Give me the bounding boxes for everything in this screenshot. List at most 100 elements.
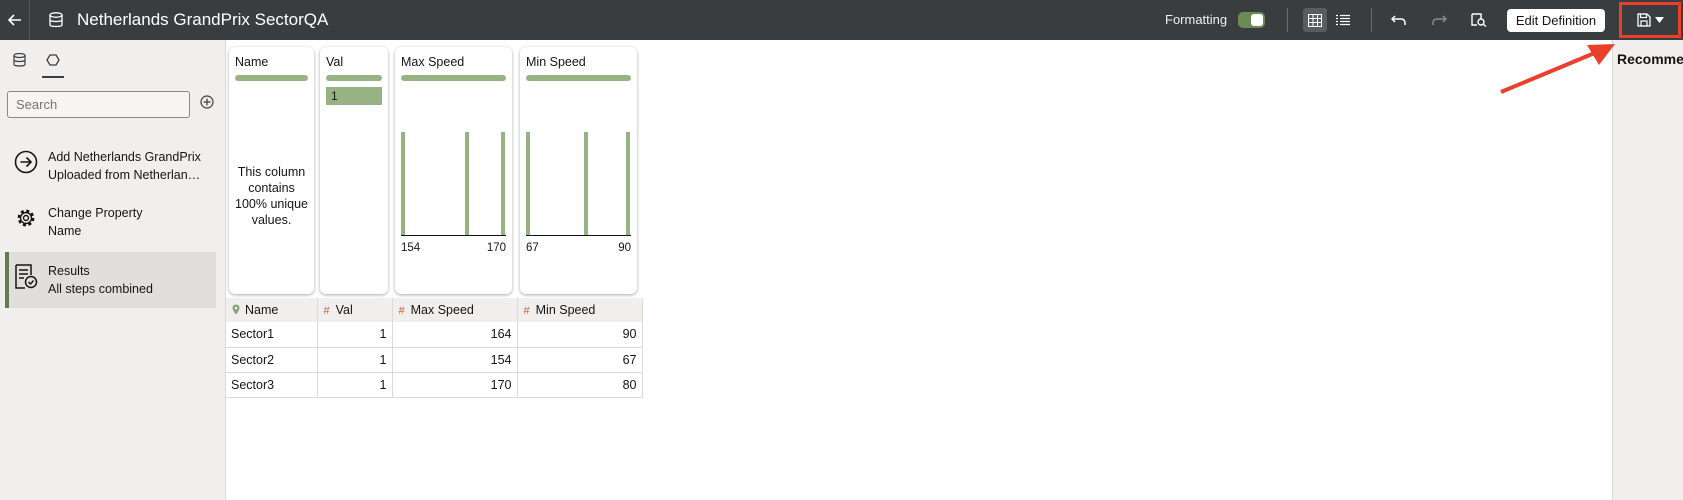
annotation-arrow-icon	[1500, 44, 1615, 94]
column-label: Min Speed	[535, 303, 596, 317]
column-label: Max Speed	[410, 303, 474, 317]
step-change-property[interactable]: Change Property Name	[5, 194, 216, 250]
dataset-icon	[49, 12, 63, 28]
profile-card-min-speed[interactable]: Min Speed 67 90	[520, 47, 637, 294]
database-icon	[12, 53, 26, 67]
number-type-icon: #	[398, 305, 405, 317]
results-icon	[15, 264, 38, 289]
quality-bar	[235, 75, 308, 81]
cell[interactable]: 90	[517, 322, 643, 348]
gear-icon	[17, 209, 35, 227]
data-preview: Name This column contains 100% unique va…	[226, 40, 1612, 500]
redo-button[interactable]	[1427, 8, 1451, 32]
histogram-bar	[501, 132, 505, 235]
arrow-circle-icon	[14, 150, 38, 174]
undo-icon	[1391, 15, 1406, 25]
quality-bar	[326, 75, 382, 81]
redo-icon	[1432, 15, 1447, 25]
step-results[interactable]: Results All steps combined	[5, 252, 216, 308]
step-subtitle: Uploaded from Netherlan…	[48, 168, 201, 182]
save-button[interactable]	[1619, 2, 1681, 38]
cell[interactable]: 154	[392, 347, 518, 373]
formatting-toggle[interactable]	[1238, 12, 1265, 28]
table-row: Sector2 1 154 67	[226, 347, 643, 373]
column-header-min-speed[interactable]: # Min Speed	[517, 298, 643, 322]
cell[interactable]: 80	[517, 372, 643, 398]
card-title: Max Speed	[401, 55, 465, 69]
unique-note: This column contains 100% unique values.	[229, 164, 314, 228]
column-header-max-speed[interactable]: # Max Speed	[392, 298, 518, 322]
note-line: values.	[251, 213, 292, 227]
table-view-button[interactable]	[1303, 8, 1327, 32]
top-bar: Netherlands GrandPrix SectorQA Formattin…	[0, 0, 1683, 40]
number-type-icon: #	[523, 305, 530, 317]
card-title: Name	[235, 55, 269, 69]
step-subtitle: All steps combined	[48, 282, 153, 296]
steps-tab[interactable]	[39, 48, 67, 78]
steps-icon	[46, 54, 60, 66]
card-title: Val	[326, 55, 344, 69]
chevron-down-icon	[1654, 17, 1664, 23]
card-title: Min Speed	[526, 55, 586, 69]
axis-min: 67	[526, 242, 539, 254]
recommendations-title: Recommendations	[1617, 51, 1683, 67]
list-view-icon	[1336, 14, 1350, 26]
table-row: Sector3 1 170 80	[226, 372, 643, 398]
cell[interactable]: 67	[517, 347, 643, 373]
add-icon[interactable]	[200, 95, 214, 109]
cell[interactable]: 164	[392, 322, 518, 348]
table-view-icon	[1308, 13, 1322, 27]
divider	[1371, 8, 1372, 32]
value-bar: 1	[326, 87, 382, 105]
quality-bar	[526, 75, 631, 81]
formatting-label: Formatting	[1165, 12, 1228, 27]
cell[interactable]: 1	[317, 347, 393, 373]
quality-bar	[401, 75, 506, 81]
profile-card-name[interactable]: Name This column contains 100% unique va…	[229, 47, 314, 294]
number-type-icon: #	[323, 305, 330, 317]
column-header-name[interactable]: Name	[226, 298, 318, 322]
back-arrow-icon	[7, 14, 21, 26]
cell[interactable]: Sector1	[226, 322, 318, 348]
back-button[interactable]	[0, 0, 30, 40]
save-icon	[1636, 13, 1651, 27]
step-title: Results	[48, 264, 90, 278]
profile-card-max-speed[interactable]: Max Speed 154 170	[395, 47, 512, 294]
data-table: Name # Val # Max Speed # Min Speed Sector1 …	[226, 298, 643, 398]
preview-button[interactable]	[1467, 8, 1491, 32]
step-title: Change Property	[48, 206, 143, 220]
cell[interactable]: 170	[392, 372, 518, 398]
recommendations-panel: Recommendations	[1612, 40, 1683, 500]
search-input[interactable]	[7, 91, 190, 118]
histogram-bar	[401, 132, 405, 235]
cell[interactable]: Sector3	[226, 372, 318, 398]
axis-max: 170	[486, 242, 506, 254]
axis-min: 154	[401, 242, 421, 254]
note-line: This column	[237, 165, 306, 179]
toggle-knob	[1251, 14, 1263, 26]
edit-definition-button[interactable]: Edit Definition	[1507, 9, 1605, 32]
steps-panel: Add Netherlands GrandPrix Uploaded from …	[0, 40, 226, 500]
page-title: Netherlands GrandPrix SectorQA	[77, 10, 329, 29]
profile-card-val[interactable]: Val 1	[320, 47, 388, 294]
location-pin-icon	[232, 304, 240, 315]
undo-button[interactable]	[1387, 8, 1411, 32]
histogram-bar	[626, 132, 630, 235]
dataset-tab[interactable]	[5, 48, 33, 72]
histogram	[401, 132, 506, 236]
cell[interactable]: Sector2	[226, 347, 318, 373]
note-line: 100% unique	[235, 197, 308, 211]
divider	[1287, 8, 1288, 32]
histogram-bar	[465, 132, 469, 235]
histogram-bar	[584, 132, 588, 235]
list-view-button[interactable]	[1331, 8, 1355, 32]
cell[interactable]: 1	[317, 372, 393, 398]
table-row: Sector1 1 164 90	[226, 322, 643, 348]
column-header-val[interactable]: # Val	[317, 298, 393, 322]
histogram	[526, 132, 631, 236]
column-label: Name	[245, 303, 279, 317]
column-label: Val	[335, 303, 353, 317]
cell[interactable]: 1	[317, 322, 393, 348]
step-add-data[interactable]: Add Netherlands GrandPrix Uploaded from …	[5, 138, 216, 194]
note-line: contains	[248, 181, 295, 195]
